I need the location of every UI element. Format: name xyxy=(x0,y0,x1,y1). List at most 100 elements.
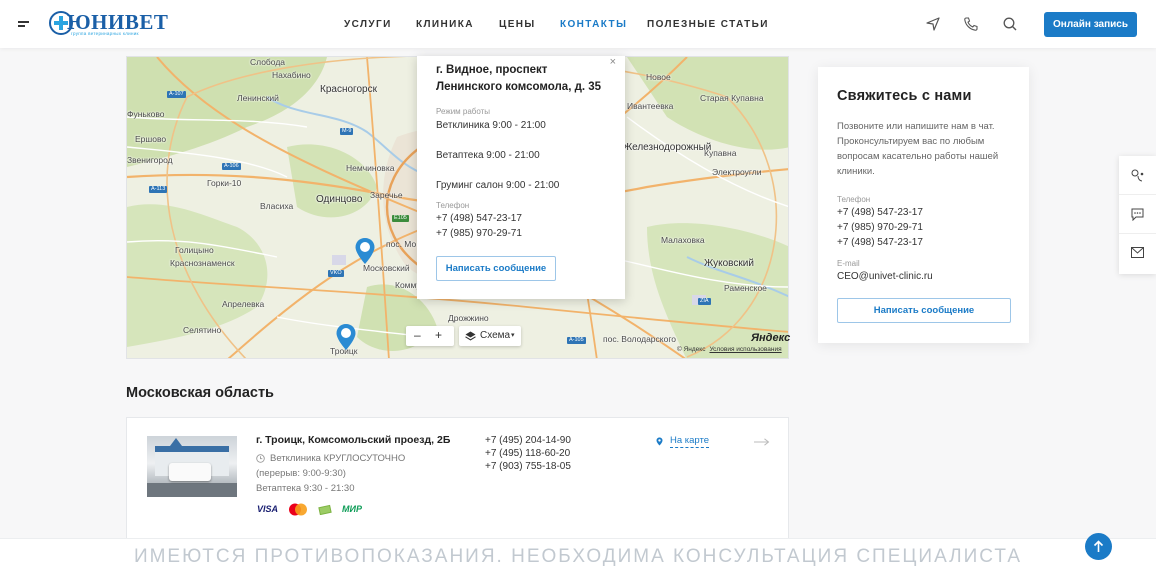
layers-label: Схема xyxy=(480,330,511,341)
phone-link[interactable]: +7 (498) 547-23-17 xyxy=(837,237,923,248)
mastercard-icon xyxy=(288,503,308,518)
map-label: Краснознаменск xyxy=(170,258,235,268)
disclaimer-banner: ИМЕЮТСЯ ПРОТИВОПОКАЗАНИЯ. НЕОБХОДИМА КОН… xyxy=(0,538,1156,574)
hours-label: Режим работы xyxy=(436,107,491,116)
email-link[interactable]: CEO@univet-clinic.ru xyxy=(837,271,933,282)
zoom-in-button[interactable]: + xyxy=(435,328,442,342)
map-balloon: × г. Видное, проспект Ленинского комсомо… xyxy=(417,56,625,299)
road-badge: А-113 xyxy=(149,186,168,193)
clinic-pharmacy-hours: Ветаптека 9:30 - 21:30 xyxy=(256,483,355,494)
road-badge: А-107 xyxy=(167,91,186,98)
write-message-button[interactable]: Написать сообщение xyxy=(436,256,556,281)
menu-icon[interactable] xyxy=(18,21,29,27)
nav-prices[interactable]: ЦЕНЫ xyxy=(499,19,536,30)
map-copyright: © Яндекс Условия использования xyxy=(677,346,782,353)
layers-icon xyxy=(465,331,476,341)
map-label: Селятино xyxy=(183,325,222,335)
email-label: E-mail xyxy=(837,259,860,268)
road-badge: А-105 xyxy=(567,337,586,344)
logo[interactable]: ЮНИВЕТ группа ветеринарных клиник xyxy=(49,10,168,38)
road-badge: М-9 xyxy=(340,128,354,135)
map-label: Слобода xyxy=(250,57,286,67)
map-label: Ершово xyxy=(135,134,167,144)
map-label: Ивантеевка xyxy=(627,101,674,111)
balloon-title: г. Видное, проспект Ленинского комсомола… xyxy=(436,64,602,93)
map-label: Заречье xyxy=(370,190,403,200)
phone-label: Телефон xyxy=(837,195,871,204)
site-header: ЮНИВЕТ группа ветеринарных клиник УСЛУГИ… xyxy=(0,0,1156,48)
map-label: Электроугли xyxy=(712,167,762,177)
show-on-map-link[interactable]: На карте xyxy=(670,435,710,448)
contact-title: Свяжитесь с нами xyxy=(837,88,972,104)
map-label: Раменское xyxy=(724,283,767,293)
map-label: Ленинский xyxy=(237,93,279,103)
vet-consult-icon[interactable] xyxy=(1119,156,1156,195)
map-label: Красногорск xyxy=(320,84,377,95)
arrow-up-icon xyxy=(1093,540,1104,552)
yandex-logo: Яндекс xyxy=(751,332,791,344)
map-label: Малаховка xyxy=(661,235,705,245)
phone-link[interactable]: +7 (903) 755-18-05 xyxy=(485,461,571,472)
clinic-card: г. Троицк, Комсомольский проезд, 2Б Ветк… xyxy=(126,417,789,547)
phone-link[interactable]: +7 (985) 970-29-71 xyxy=(436,228,522,239)
clinic-map-pin[interactable] xyxy=(354,237,376,265)
map-label: Власиха xyxy=(260,201,294,211)
hours-item: Ветклиника 9:00 - 21:00 xyxy=(436,120,546,131)
nav-contacts[interactable]: КОНТАКТЫ xyxy=(560,19,627,30)
write-message-button[interactable]: Написать сообщение xyxy=(837,298,1011,323)
search-icon[interactable] xyxy=(1001,15,1019,33)
map-label: Фуньково xyxy=(127,109,165,119)
map-label: Апрелевка xyxy=(222,299,265,309)
map-label: пос. Мо xyxy=(386,239,417,249)
map-label: пос. Володарского xyxy=(603,334,676,344)
map-label: Жуковский xyxy=(704,258,754,269)
map-label: Немчиновка xyxy=(346,163,395,173)
zoom-control: – + xyxy=(406,326,454,346)
logo-subtitle: группа ветеринарных клиник xyxy=(71,31,139,36)
visa-icon: VISA xyxy=(257,504,279,514)
chat-icon[interactable] xyxy=(1119,195,1156,234)
phone-link[interactable]: +7 (498) 547-23-17 xyxy=(436,213,522,224)
phone-link[interactable]: +7 (495) 118-60-20 xyxy=(485,448,570,459)
phone-link[interactable]: +7 (985) 970-29-71 xyxy=(837,222,923,233)
map-layers-control[interactable]: Схема ▾ xyxy=(459,326,521,346)
road-badge: Е105 xyxy=(392,215,409,222)
map-label: Горки-10 xyxy=(207,178,242,188)
map-label: Старая Купавна xyxy=(700,93,764,103)
scroll-to-top-button[interactable] xyxy=(1085,533,1112,560)
online-booking-button[interactable]: Онлайн запись xyxy=(1044,12,1137,37)
contact-description: Позвоните или напишите нам в чат. Прокон… xyxy=(837,121,999,177)
mir-icon: МИР xyxy=(342,504,362,514)
map-label: Голицыно xyxy=(175,245,214,255)
arrow-right-icon[interactable] xyxy=(754,438,770,446)
clinic-break: (перерыв: 9:00-9:30) xyxy=(256,468,346,479)
map-label: Нахабино xyxy=(272,70,311,80)
road-badge: ZIA xyxy=(698,298,711,305)
nav-articles[interactable]: ПОЛЕЗНЫЕ СТАТЬИ xyxy=(647,19,769,30)
region-title: Московская область xyxy=(126,385,274,401)
zoom-out-button[interactable]: – xyxy=(414,328,421,342)
side-toolbar xyxy=(1119,156,1156,274)
road-badge: А-106 xyxy=(222,163,241,170)
clinic-map-pin[interactable] xyxy=(335,323,357,351)
map-label: Купавна xyxy=(704,148,737,158)
map-label: Железнодорожный xyxy=(623,142,712,153)
clinic-hours: Ветклиника КРУГЛОСУТОЧНО xyxy=(270,453,406,464)
map-label: Одинцово xyxy=(316,194,363,205)
map-label: Новое xyxy=(646,72,671,82)
nav-clinic[interactable]: КЛИНИКА xyxy=(416,19,474,30)
phone-link[interactable]: +7 (495) 204-14-90 xyxy=(485,435,571,446)
clock-icon xyxy=(256,454,265,463)
map-terms-link[interactable]: Условия использования xyxy=(709,346,781,353)
mail-icon[interactable] xyxy=(1119,234,1156,273)
map-copyright-text: © Яндекс xyxy=(677,346,706,353)
chevron-down-icon: ▾ xyxy=(511,332,515,339)
phone-link[interactable]: +7 (498) 547-23-17 xyxy=(837,207,923,218)
contact-card: Свяжитесь с нами Позвоните или напишите … xyxy=(818,67,1029,343)
nav-services[interactable]: УСЛУГИ xyxy=(344,19,392,30)
location-arrow-icon[interactable] xyxy=(924,15,942,33)
phone-icon[interactable] xyxy=(962,15,980,33)
map-pin-icon xyxy=(656,437,663,446)
clinic-photo xyxy=(147,436,237,497)
road-badge: VKO xyxy=(328,270,344,277)
